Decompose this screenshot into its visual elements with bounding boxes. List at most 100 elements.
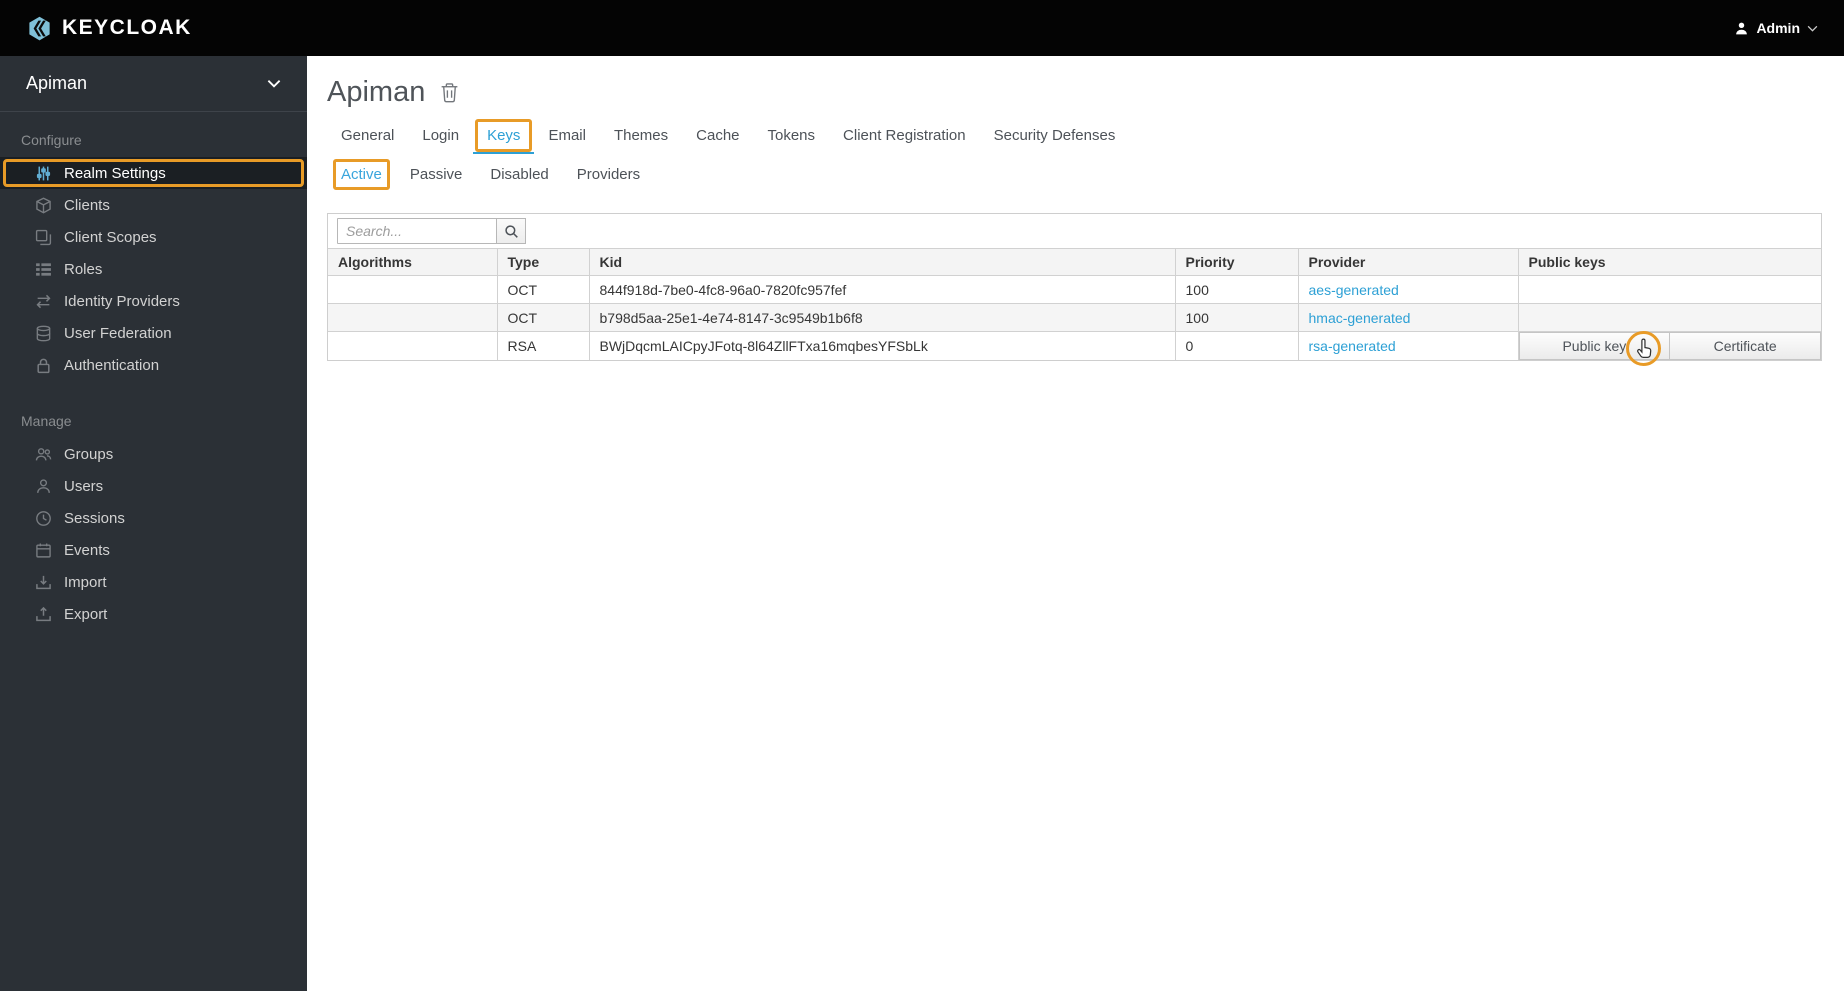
subtab-passive[interactable]: Passive bbox=[396, 158, 477, 191]
table-toolbar bbox=[328, 214, 1821, 248]
sidebar: Apiman Configure Realm Settings Clients bbox=[0, 56, 307, 991]
keycloak-logo[interactable]: KEYCLOAK bbox=[26, 15, 192, 42]
tab-login[interactable]: Login bbox=[408, 119, 473, 154]
cell-kid: 844f918d-7be0-4fc8-96a0-7820fc957fef bbox=[588, 275, 1176, 304]
sidebar-item-client-scopes[interactable]: Client Scopes bbox=[0, 221, 307, 253]
tab-keys-label: Keys bbox=[487, 127, 521, 144]
tab-general[interactable]: General bbox=[327, 119, 408, 154]
clock-icon bbox=[35, 510, 53, 527]
cell-type: OCT bbox=[496, 275, 590, 304]
column-header-provider: Provider bbox=[1297, 248, 1519, 276]
cell-priority: 100 bbox=[1174, 303, 1299, 332]
users-icon bbox=[35, 446, 53, 463]
cell-priority: 0 bbox=[1174, 331, 1299, 360]
table-row: RSA BWjDqcmLAICpyJFotq-8l64ZllFTxa16mqbe… bbox=[328, 331, 1821, 366]
cell-priority: 100 bbox=[1174, 275, 1299, 304]
export-icon bbox=[35, 606, 53, 623]
user-icon bbox=[35, 478, 53, 495]
subtab-active-label: Active bbox=[341, 166, 382, 183]
sidebar-item-clients[interactable]: Clients bbox=[0, 189, 307, 221]
cell-algorithms bbox=[328, 331, 498, 360]
public-key-button[interactable]: Public key bbox=[1518, 331, 1671, 366]
column-header-kid: Kid bbox=[588, 248, 1176, 276]
tab-bar: General Login Keys Email Themes Cache To… bbox=[327, 119, 1844, 154]
subtab-disabled[interactable]: Disabled bbox=[476, 158, 562, 191]
cell-algorithms bbox=[328, 303, 498, 332]
sidebar-item-identity-providers[interactable]: Identity Providers bbox=[0, 285, 307, 317]
public-key-button-label: Public key bbox=[1562, 338, 1627, 354]
import-icon bbox=[35, 574, 53, 591]
realm-selector[interactable]: Apiman bbox=[0, 56, 307, 112]
table-row: OCT b798d5aa-25e1-4e74-8147-3c9549b1b6f8… bbox=[328, 303, 1821, 332]
nav-list-manage: Groups Users Sessions Events Import Expo… bbox=[0, 438, 307, 630]
hand-cursor-icon bbox=[1634, 337, 1654, 360]
sidebar-item-label: Realm Settings bbox=[64, 164, 166, 182]
provider-link[interactable]: hmac-generated bbox=[1309, 310, 1411, 326]
sidebar-item-roles[interactable]: Roles bbox=[0, 253, 307, 285]
nav-section-configure: Configure bbox=[21, 132, 82, 148]
list-icon bbox=[35, 261, 53, 278]
exchange-icon bbox=[35, 293, 53, 310]
page-title: Apiman bbox=[327, 76, 426, 108]
subtab-providers[interactable]: Providers bbox=[563, 158, 654, 191]
tab-keys[interactable]: Keys bbox=[473, 119, 535, 154]
cell-public-keys bbox=[1517, 303, 1821, 332]
cell-provider: aes-generated bbox=[1297, 275, 1519, 304]
topbar: KEYCLOAK Admin bbox=[0, 0, 1844, 56]
sidebar-item-authentication[interactable]: Authentication bbox=[0, 349, 307, 381]
certificate-button[interactable]: Certificate bbox=[1669, 332, 1821, 360]
sidebar-item-label: Export bbox=[64, 605, 108, 623]
sidebar-item-label: Clients bbox=[64, 196, 110, 214]
cell-kid: b798d5aa-25e1-4e74-8147-3c9549b1b6f8 bbox=[588, 303, 1176, 332]
search-button[interactable] bbox=[496, 218, 526, 244]
sidebar-item-users[interactable]: Users bbox=[0, 470, 307, 502]
sidebar-item-realm-settings[interactable]: Realm Settings bbox=[0, 157, 307, 189]
tab-security-defenses[interactable]: Security Defenses bbox=[980, 119, 1130, 154]
subtab-active[interactable]: Active bbox=[327, 158, 396, 191]
subtab-bar: Active Passive Disabled Providers bbox=[327, 158, 1844, 191]
cell-provider: hmac-generated bbox=[1297, 303, 1519, 332]
provider-link[interactable]: rsa-generated bbox=[1309, 338, 1396, 354]
keys-table: Algorithms Type Kid Priority Provider Pu… bbox=[328, 248, 1821, 366]
sidebar-item-user-federation[interactable]: User Federation bbox=[0, 317, 307, 349]
main-content: Apiman General Login Keys Email Themes C… bbox=[307, 56, 1844, 366]
cell-public-keys bbox=[1517, 275, 1821, 304]
sidebar-item-events[interactable]: Events bbox=[0, 534, 307, 566]
keycloak-logo-icon bbox=[26, 15, 53, 42]
sidebar-item-label: Import bbox=[64, 573, 107, 591]
table-header-row: Algorithms Type Kid Priority Provider Pu… bbox=[328, 248, 1821, 276]
user-icon bbox=[1734, 21, 1749, 36]
tab-cache[interactable]: Cache bbox=[682, 119, 753, 154]
clone-icon bbox=[35, 229, 53, 246]
search-input[interactable] bbox=[337, 218, 497, 244]
column-header-algorithms: Algorithms bbox=[328, 248, 498, 276]
table-row: OCT 844f918d-7be0-4fc8-96a0-7820fc957fef… bbox=[328, 275, 1821, 304]
sidebar-item-export[interactable]: Export bbox=[0, 598, 307, 630]
delete-realm-button[interactable] bbox=[440, 82, 459, 103]
tab-tokens[interactable]: Tokens bbox=[754, 119, 830, 154]
cell-kid: BWjDqcmLAICpyJFotq-8l64ZllFTxa16mqbesYFS… bbox=[588, 331, 1176, 360]
sidebar-item-import[interactable]: Import bbox=[0, 566, 307, 598]
brand-text: KEYCLOAK bbox=[62, 16, 192, 39]
sidebar-item-label: Groups bbox=[64, 445, 114, 463]
sidebar-item-label: User Federation bbox=[64, 324, 172, 342]
tab-themes[interactable]: Themes bbox=[600, 119, 682, 154]
sidebar-item-label: Sessions bbox=[64, 509, 125, 527]
annotation-circle-cursor bbox=[1626, 331, 1662, 366]
sidebar-item-label: Users bbox=[64, 477, 104, 495]
tab-email[interactable]: Email bbox=[534, 119, 600, 154]
sidebar-item-label: Client Scopes bbox=[64, 228, 157, 246]
cell-algorithms bbox=[328, 275, 498, 304]
sidebar-item-sessions[interactable]: Sessions bbox=[0, 502, 307, 534]
sidebar-item-label: Identity Providers bbox=[64, 292, 180, 310]
user-menu[interactable]: Admin bbox=[1734, 20, 1818, 36]
nav-list-configure: Realm Settings Clients Client Scopes Rol… bbox=[0, 157, 307, 381]
lock-icon bbox=[35, 357, 53, 374]
realm-selector-label: Apiman bbox=[26, 73, 88, 93]
public-keys-button-group: Public key Certificate bbox=[1518, 331, 1821, 366]
provider-link[interactable]: aes-generated bbox=[1309, 282, 1399, 298]
column-header-priority: Priority bbox=[1174, 248, 1299, 276]
tab-client-registration[interactable]: Client Registration bbox=[829, 119, 980, 154]
keys-panel: Algorithms Type Kid Priority Provider Pu… bbox=[327, 213, 1822, 366]
sidebar-item-groups[interactable]: Groups bbox=[0, 438, 307, 470]
